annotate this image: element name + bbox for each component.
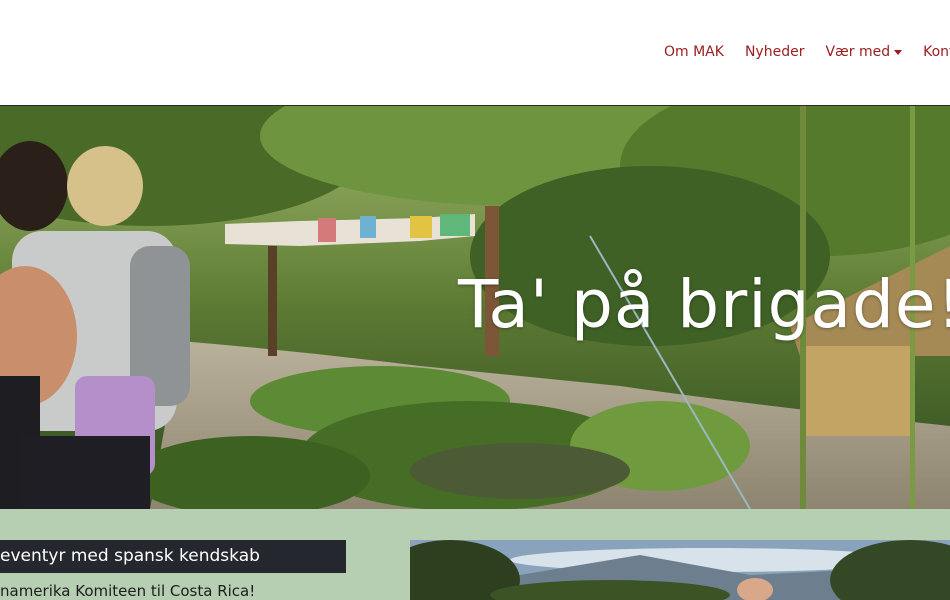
nav-item-label: Kont: [923, 44, 950, 60]
card-subtitle: namerika Komiteen til Costa Rica!: [0, 582, 256, 600]
nav-item-vaer-med[interactable]: Vær med: [825, 44, 903, 60]
main-nav: Om MAK Nyheder Vær med Kont: [664, 44, 950, 60]
card-photo[interactable]: [410, 540, 950, 600]
hero-banner: Ta' på brigade!: [0, 106, 950, 509]
nav-item-nyheder[interactable]: Nyheder: [745, 44, 805, 60]
caret-down-icon: [894, 49, 903, 55]
nav-item-label: Om MAK: [664, 44, 724, 60]
nav-item-kontakt[interactable]: Kont: [923, 44, 950, 60]
nav-item-label: Nyheder: [744, 44, 805, 60]
card-photo-image: [410, 540, 950, 600]
nav-item-om-mak[interactable]: Om MAK: [664, 44, 724, 60]
site-header: Om MAK Nyheder Vær med Kont: [0, 0, 950, 106]
nav-item-label: Vær med: [825, 44, 891, 60]
hero-title: Ta' på brigade!: [458, 266, 950, 343]
card-title[interactable]: eventyr med spansk kendskab: [0, 540, 346, 573]
